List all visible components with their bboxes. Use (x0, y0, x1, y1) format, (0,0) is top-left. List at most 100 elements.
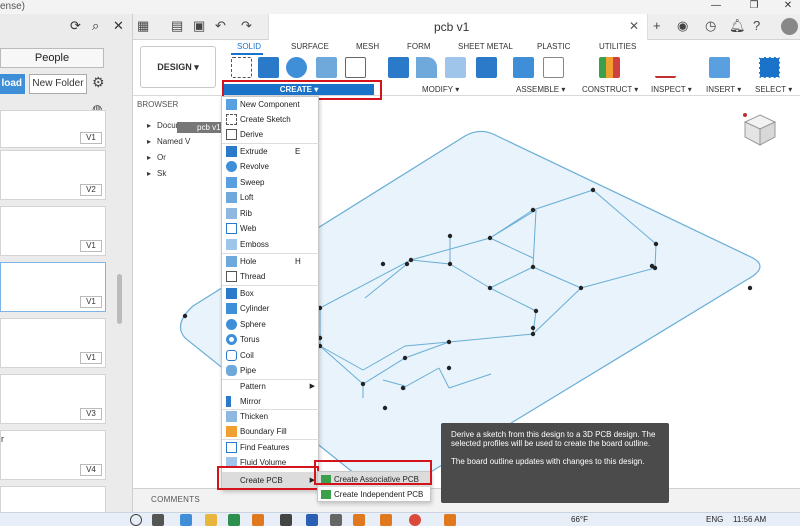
search-icon[interactable] (130, 514, 142, 526)
menu-item-loft[interactable]: Loft (222, 190, 319, 205)
file-card[interactable] (0, 486, 106, 512)
document-tab[interactable]: pcb v1 ✕ (268, 14, 648, 40)
menu-item-coil[interactable]: Coil (222, 348, 319, 363)
menu-item-revolve[interactable]: Revolve (222, 159, 319, 174)
tab-utilities[interactable]: UTILITIES (599, 42, 636, 51)
minimize-icon[interactable]: — (704, 0, 728, 11)
close-tab-icon[interactable]: ✕ (629, 19, 639, 33)
browser-app-icon[interactable] (180, 514, 192, 526)
browser-item[interactable]: ▸ Or (147, 153, 166, 167)
weather-temperature[interactable]: 66°F (571, 515, 588, 524)
create-sketch-icon[interactable] (231, 57, 252, 78)
menu-item-rib[interactable]: Rib (222, 206, 319, 221)
browser-root-item[interactable]: pcb v1 (177, 122, 222, 133)
fusion-app-icon[interactable] (353, 514, 365, 526)
measure-icon[interactable] (655, 57, 676, 78)
new-component-icon[interactable] (513, 57, 534, 78)
menu-item-boundary-fill[interactable]: Boundary Fill (222, 424, 319, 439)
folder-app-icon[interactable] (205, 514, 217, 526)
version-badge[interactable]: V1 (80, 240, 102, 252)
offset-plane-icon[interactable] (599, 57, 620, 78)
extrude-icon[interactable] (258, 57, 279, 78)
menu-item-sphere[interactable]: Sphere (222, 317, 319, 332)
tab-form[interactable]: FORM (407, 42, 431, 51)
new-folder-button[interactable]: New Folder (29, 74, 87, 94)
tab-surface[interactable]: SURFACE (291, 42, 329, 51)
task-view-icon[interactable] (152, 514, 164, 526)
file-card[interactable]: V1 (0, 318, 106, 368)
select-group-label[interactable]: SELECT ▾ (755, 85, 792, 94)
grid-menu-icon[interactable]: ▦ (137, 18, 149, 34)
app-icon[interactable] (280, 514, 292, 526)
avatar[interactable] (781, 18, 798, 35)
online-status-icon[interactable]: ◷ (705, 18, 716, 34)
menu-item-box[interactable]: Box (222, 286, 319, 301)
insert-image-icon[interactable] (709, 57, 730, 78)
language-indicator[interactable]: ENG (706, 515, 723, 524)
tab-mesh[interactable]: MESH (356, 42, 379, 51)
help-icon[interactable]: ? (753, 18, 760, 33)
create-independent-pcb[interactable]: Create Independent PCB (318, 487, 432, 502)
menu-item-thicken[interactable]: Thicken (222, 409, 319, 424)
sketch-dimension-icon[interactable] (345, 57, 366, 78)
fillet-icon[interactable] (416, 57, 437, 78)
file-icon[interactable]: ▤ (171, 18, 183, 34)
version-badge[interactable]: V2 (80, 184, 102, 196)
store-app-icon[interactable] (228, 514, 240, 526)
menu-item-derive[interactable]: Derive (222, 127, 319, 142)
version-badge[interactable]: V1 (80, 132, 102, 144)
browser-header[interactable]: BROWSER (137, 100, 178, 109)
clock[interactable]: 11:56 AM (733, 515, 766, 524)
press-pull-icon[interactable] (388, 57, 409, 78)
workspace-switcher[interactable]: DESIGN ▾ (140, 46, 216, 88)
menu-item-thread[interactable]: Thread (222, 269, 319, 284)
file-card[interactable]: V1 (0, 110, 106, 148)
hole-icon[interactable] (316, 57, 337, 78)
insert-group-label[interactable]: INSERT ▾ (706, 85, 741, 94)
file-card[interactable]: r V4 (0, 430, 106, 480)
version-badge[interactable]: V1 (80, 296, 102, 308)
fusion-app-icon[interactable] (380, 514, 392, 526)
revolve-icon[interactable] (286, 57, 307, 78)
menu-item-hole[interactable]: Hole H (222, 254, 319, 269)
upload-button[interactable]: load (0, 74, 25, 94)
menu-item-emboss[interactable]: Emboss (222, 237, 319, 252)
save-icon[interactable]: ▣ (193, 18, 205, 34)
menu-item-web[interactable]: Web (222, 221, 319, 236)
inspect-group-label[interactable]: INSPECT ▾ (651, 85, 692, 94)
assemble-group-label[interactable]: ASSEMBLE ▾ (516, 85, 565, 94)
notifications-icon[interactable]: 🔔︎ (729, 18, 746, 34)
shell-icon[interactable] (445, 57, 466, 78)
version-badge[interactable]: V1 (80, 352, 102, 364)
tab-sheet-metal[interactable]: SHEET METAL (458, 42, 513, 51)
modify-group-label[interactable]: MODIFY ▾ (422, 85, 459, 94)
browser-item[interactable]: ▸ Sk (147, 169, 166, 183)
restore-icon[interactable]: ❐ (742, 0, 766, 11)
word-app-icon[interactable] (306, 514, 318, 526)
search-icon[interactable]: ⌕ (92, 18, 99, 34)
menu-item-pipe[interactable]: Pipe (222, 363, 319, 378)
select-icon[interactable] (759, 57, 780, 78)
scrollbar-thumb[interactable] (117, 274, 122, 324)
refresh-icon[interactable]: ⟳ (70, 18, 81, 34)
combine-icon[interactable] (476, 57, 497, 78)
version-badge[interactable]: V4 (80, 464, 102, 476)
gear-icon[interactable]: ⚙ (92, 74, 105, 91)
browser-item[interactable]: ▸ Named V (147, 137, 190, 151)
fusion-app-icon[interactable] (252, 514, 264, 526)
extensions-icon[interactable]: ◉ (677, 18, 688, 34)
menu-item-find-features[interactable]: Find Features (222, 440, 319, 455)
add-tab-icon[interactable]: + (653, 18, 661, 33)
close-panel-icon[interactable]: ✕ (113, 18, 124, 34)
redo-icon[interactable]: ↷ (241, 18, 252, 34)
version-badge[interactable]: V3 (80, 408, 102, 420)
fusion-app-icon[interactable] (444, 514, 456, 526)
view-cube[interactable] (741, 111, 779, 149)
tab-solid[interactable]: SOLID (237, 42, 261, 51)
menu-item-extrude[interactable]: Extrude E (222, 144, 319, 159)
file-card[interactable]: V1 (0, 206, 106, 256)
undo-icon[interactable]: ↶ (215, 18, 226, 34)
menu-item-create-sketch[interactable]: Create Sketch (222, 112, 319, 127)
menu-item-pattern[interactable]: Pattern ▶ (222, 379, 319, 394)
joint-icon[interactable] (543, 57, 564, 78)
